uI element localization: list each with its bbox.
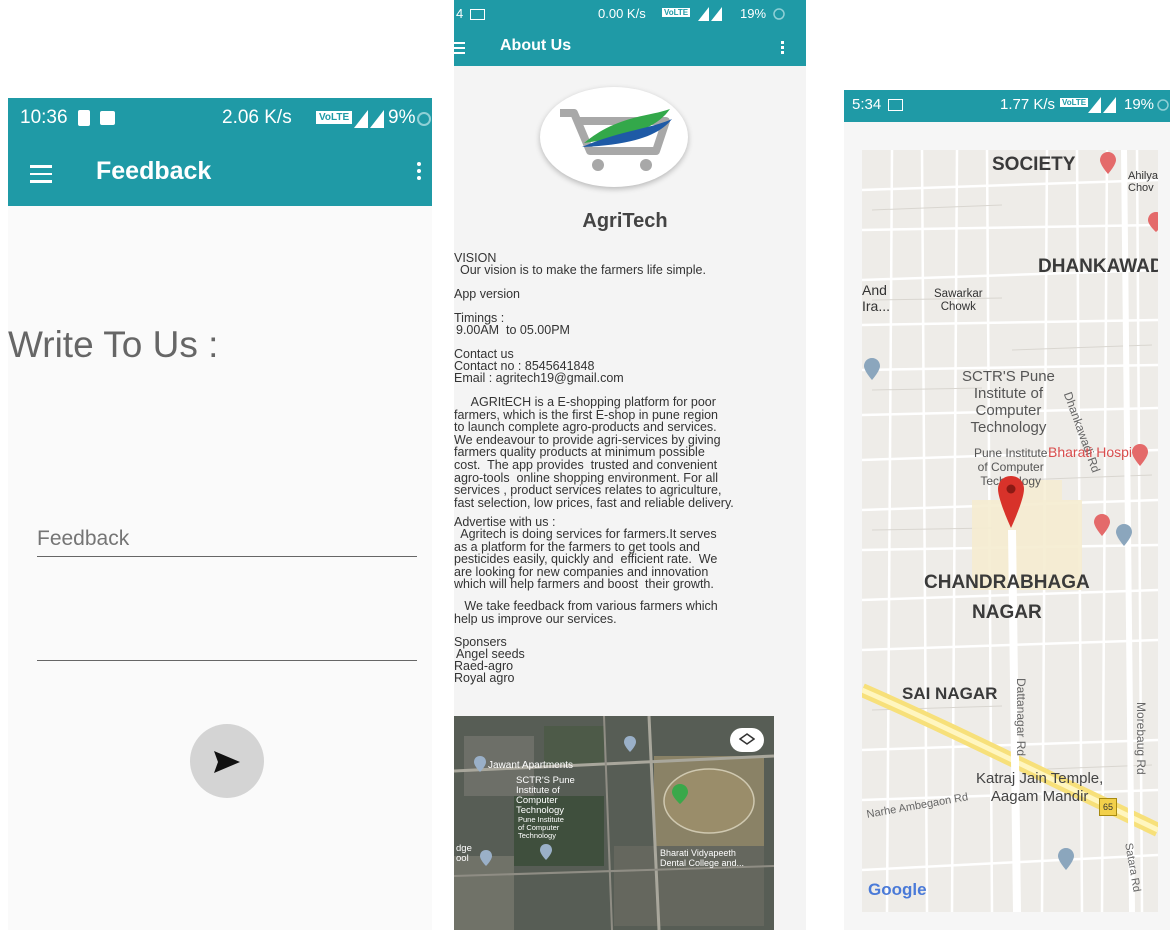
cart-icon [560,109,672,171]
map-label-chandrabhaga: CHANDRABHAGA NAGAR [924,572,1090,623]
status-time: 5:34 [852,96,882,113]
place-pin-icon [1116,524,1132,546]
advertise-heading: Advertise with us : [454,515,556,529]
loading-icon [773,8,785,20]
app-version: App version [454,287,521,301]
map-label-and-ira: And Ira... [862,282,891,314]
page-heading: Write To Us : [8,324,219,365]
hospital-pin-icon [1094,514,1110,536]
satellite-map[interactable]: Jawant Apartments SCTR'S Pune Institute … [454,716,774,930]
map-label: SCTR'S Pune Institute of Computer Techno… [516,775,575,816]
agritech-logo [540,87,688,187]
hospital-pin-icon [1100,152,1116,174]
status-bar: 5:34 1.77 K/s VoLTE 19% [844,90,1170,122]
screen-icon [888,99,903,111]
place-pin-icon [480,850,492,866]
map-label-sctr: SCTR'S Pune Institute of Computer Techno… [962,368,1055,436]
google-map[interactable]: SOCIETY Ahilya Chov DHANKAWADI And Ira..… [862,150,1158,912]
toolbar: Feedback [8,140,432,206]
hospital-pin-icon [1132,444,1148,466]
map-label-katraj: Katraj Jain Temple, Aagam Mandir [976,770,1104,805]
satellite-imagery [454,716,774,930]
menu-icon[interactable] [454,39,465,57]
map-screen: 5:34 1.77 K/s VoLTE 19% SOCIETY Ahilya C… [844,90,1170,930]
send-icon [214,751,240,773]
status-time: 4 [456,6,464,21]
volte-badge: VoLTE [316,111,353,124]
volte-badge: VoLTE [1060,98,1089,107]
feedback-screen: 10:36 2.06 K/s VoLTE 9% Feedback Write T… [8,98,432,930]
map-label-dhankawadi: DHANKAWADI [1038,256,1158,277]
network-speed: 2.06 K/s [222,107,292,128]
map-label: dge ool [456,843,472,864]
description: AGRItECH is a E-shopping platform for po… [454,396,734,510]
send-button[interactable] [190,724,264,798]
advertise-text: Agritech is doing services for farmers.I… [454,528,718,591]
status-bar: 4 0.00 K/s VoLTE 19% [454,0,806,30]
sponsor-item: Royal agro [454,671,515,685]
place-pin-icon [540,844,552,860]
network-speed: 0.00 K/s [598,6,646,21]
loading-icon [417,112,431,126]
layers-icon [739,733,755,745]
map-label-morebaug: Morebaug Rd [1134,702,1148,775]
hospital-pin-icon [1148,212,1158,232]
map-label: Jawant Apartments [488,760,574,771]
volte-badge: VoLTE [662,8,691,17]
contact-email[interactable]: Email : agritech19@gmail.com [454,372,624,385]
map-label: Pune Institute of Computer Technology [518,815,564,840]
map-label-sai-nagar: SAI NAGAR [902,684,998,703]
battery-saver-icon [78,110,90,126]
feedback-note: We take feedback from various farmers wh… [454,600,718,626]
signal-icon [698,7,722,21]
google-logo: Google [868,880,927,899]
feedback-input[interactable] [37,522,417,557]
park-pin-icon [672,784,688,804]
feedback-input-underline [37,590,417,661]
menu-icon[interactable] [30,160,52,188]
status-bar: 10:36 2.06 K/s VoLTE 9% [8,98,432,140]
battery-percent: 19% [1124,96,1155,113]
map-label-ahilya: Ahilya Chov [1128,170,1158,194]
highway-shield: 65 [1099,798,1117,816]
toolbar-title: About Us [500,37,572,54]
screen-icon [470,9,485,20]
loading-icon [1157,99,1169,111]
place-pin-icon [624,736,636,752]
place-pin-icon [474,756,486,772]
map-layers-button[interactable] [730,728,764,752]
map-label-society: SOCIETY [992,154,1076,175]
app-name: AgriTech [582,210,668,232]
signal-icon [354,110,384,128]
map-label-sawarkar: Sawarkar Chowk [934,288,983,313]
location-marker-icon[interactable] [998,476,1024,528]
vision-text: Our vision is to make the farmers life s… [460,263,706,277]
battery-percent: 9% [388,107,416,128]
map-label-dattanagar: Dattanagar Rd [1014,678,1028,757]
toolbar-title: Feedback [96,157,212,185]
timings-text: 9.00AM to 05.00PM [456,323,570,337]
map-label: Bharati Vidyapeeth Dental College and... [660,848,745,868]
place-pin-icon [864,358,880,380]
about-screen: 4 0.00 K/s VoLTE 19% About Us AgriTech V… [454,0,806,930]
place-pin-icon [1058,848,1074,870]
overflow-menu-icon[interactable] [417,159,421,183]
status-time: 10:36 [20,107,68,128]
image-notification-icon [100,111,115,125]
network-speed: 1.77 K/s [1000,96,1056,113]
toolbar: About Us [454,30,806,66]
overflow-menu-icon[interactable] [781,39,784,56]
battery-percent: 19% [740,6,767,21]
signal-icon [1088,97,1116,113]
